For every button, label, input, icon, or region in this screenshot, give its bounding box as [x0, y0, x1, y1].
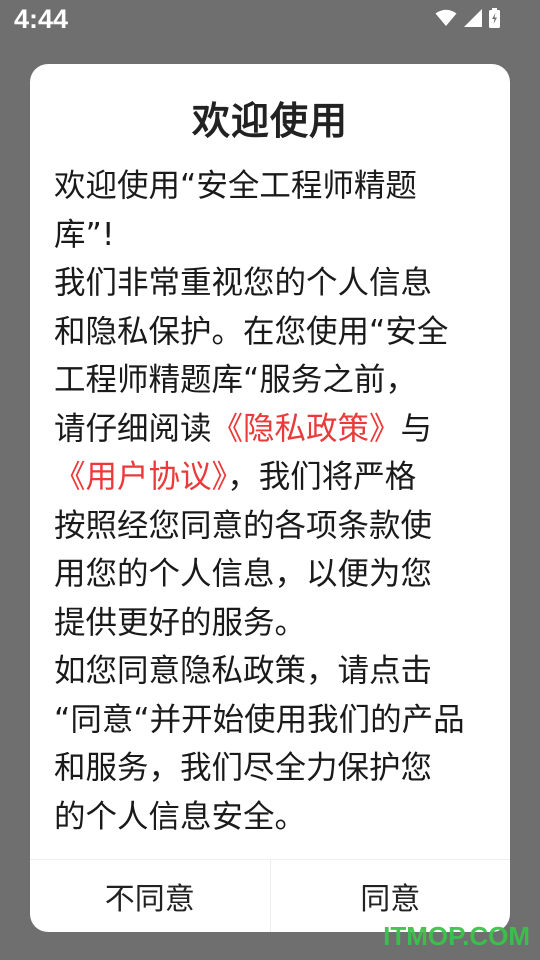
user-agreement-link[interactable]: 《用户协议》: [54, 459, 227, 495]
body-line-privacy: 请仔细阅读《隐私政策》与: [54, 405, 494, 454]
signal-icon: [464, 9, 482, 27]
body-line: 和服务，我们尽全力保护您: [54, 750, 433, 786]
body-text: ，我们将严格: [227, 459, 417, 495]
body-line: 如您同意隐私政策，请点击: [54, 653, 433, 689]
dialog-title: 欢迎使用: [191, 99, 348, 143]
body-text: 与: [400, 410, 433, 447]
watermark-logo: ITMOP.COM: [383, 921, 530, 951]
body-line: 提供更好的服务。: [54, 604, 307, 641]
status-icons: [435, 8, 500, 28]
body-line-agreement: 《用户协议》，我们将严格: [54, 453, 494, 502]
privacy-dialog: 欢迎使用 欢迎使用“安全工程师精题 库”! 我们非常重视您的个人信息 和隐私保护…: [30, 64, 510, 932]
wifi-icon: [435, 9, 457, 27]
body-line: “同意“并开始使用我们的产品: [54, 701, 465, 738]
status-bar: 4:44: [0, 0, 540, 48]
body-text: 请仔细阅读: [54, 410, 212, 447]
privacy-policy-link[interactable]: 《隐私政策》: [212, 411, 401, 447]
body-line: 按照经您同意的各项条款使: [54, 507, 433, 544]
body-line: 库”!: [54, 216, 115, 253]
body-line: 和隐私保护。在您使用“安全: [54, 313, 449, 350]
body-line: 的个人信息安全。: [54, 798, 307, 835]
battery-charging-icon: [489, 8, 500, 28]
status-time: 4:44: [14, 4, 69, 34]
body-line: 工程师精题库“服务之前，: [54, 362, 417, 398]
body-line: 欢迎使用“安全工程师精题: [54, 168, 417, 204]
screen: 4:44 欢迎使用 欢迎使用“安全工程师精题 库”! 我们非常重视您的个人信息 …: [0, 0, 540, 960]
body-line: 我们非常重视您的个人信息: [54, 265, 433, 301]
disagree-button[interactable]: 不同意: [30, 860, 270, 932]
body-line: 用您的个人信息，以便为您: [54, 556, 433, 592]
dialog-body: 欢迎使用“安全工程师精题 库”! 我们非常重视您的个人信息 和隐私保护。在您使用…: [54, 162, 494, 841]
